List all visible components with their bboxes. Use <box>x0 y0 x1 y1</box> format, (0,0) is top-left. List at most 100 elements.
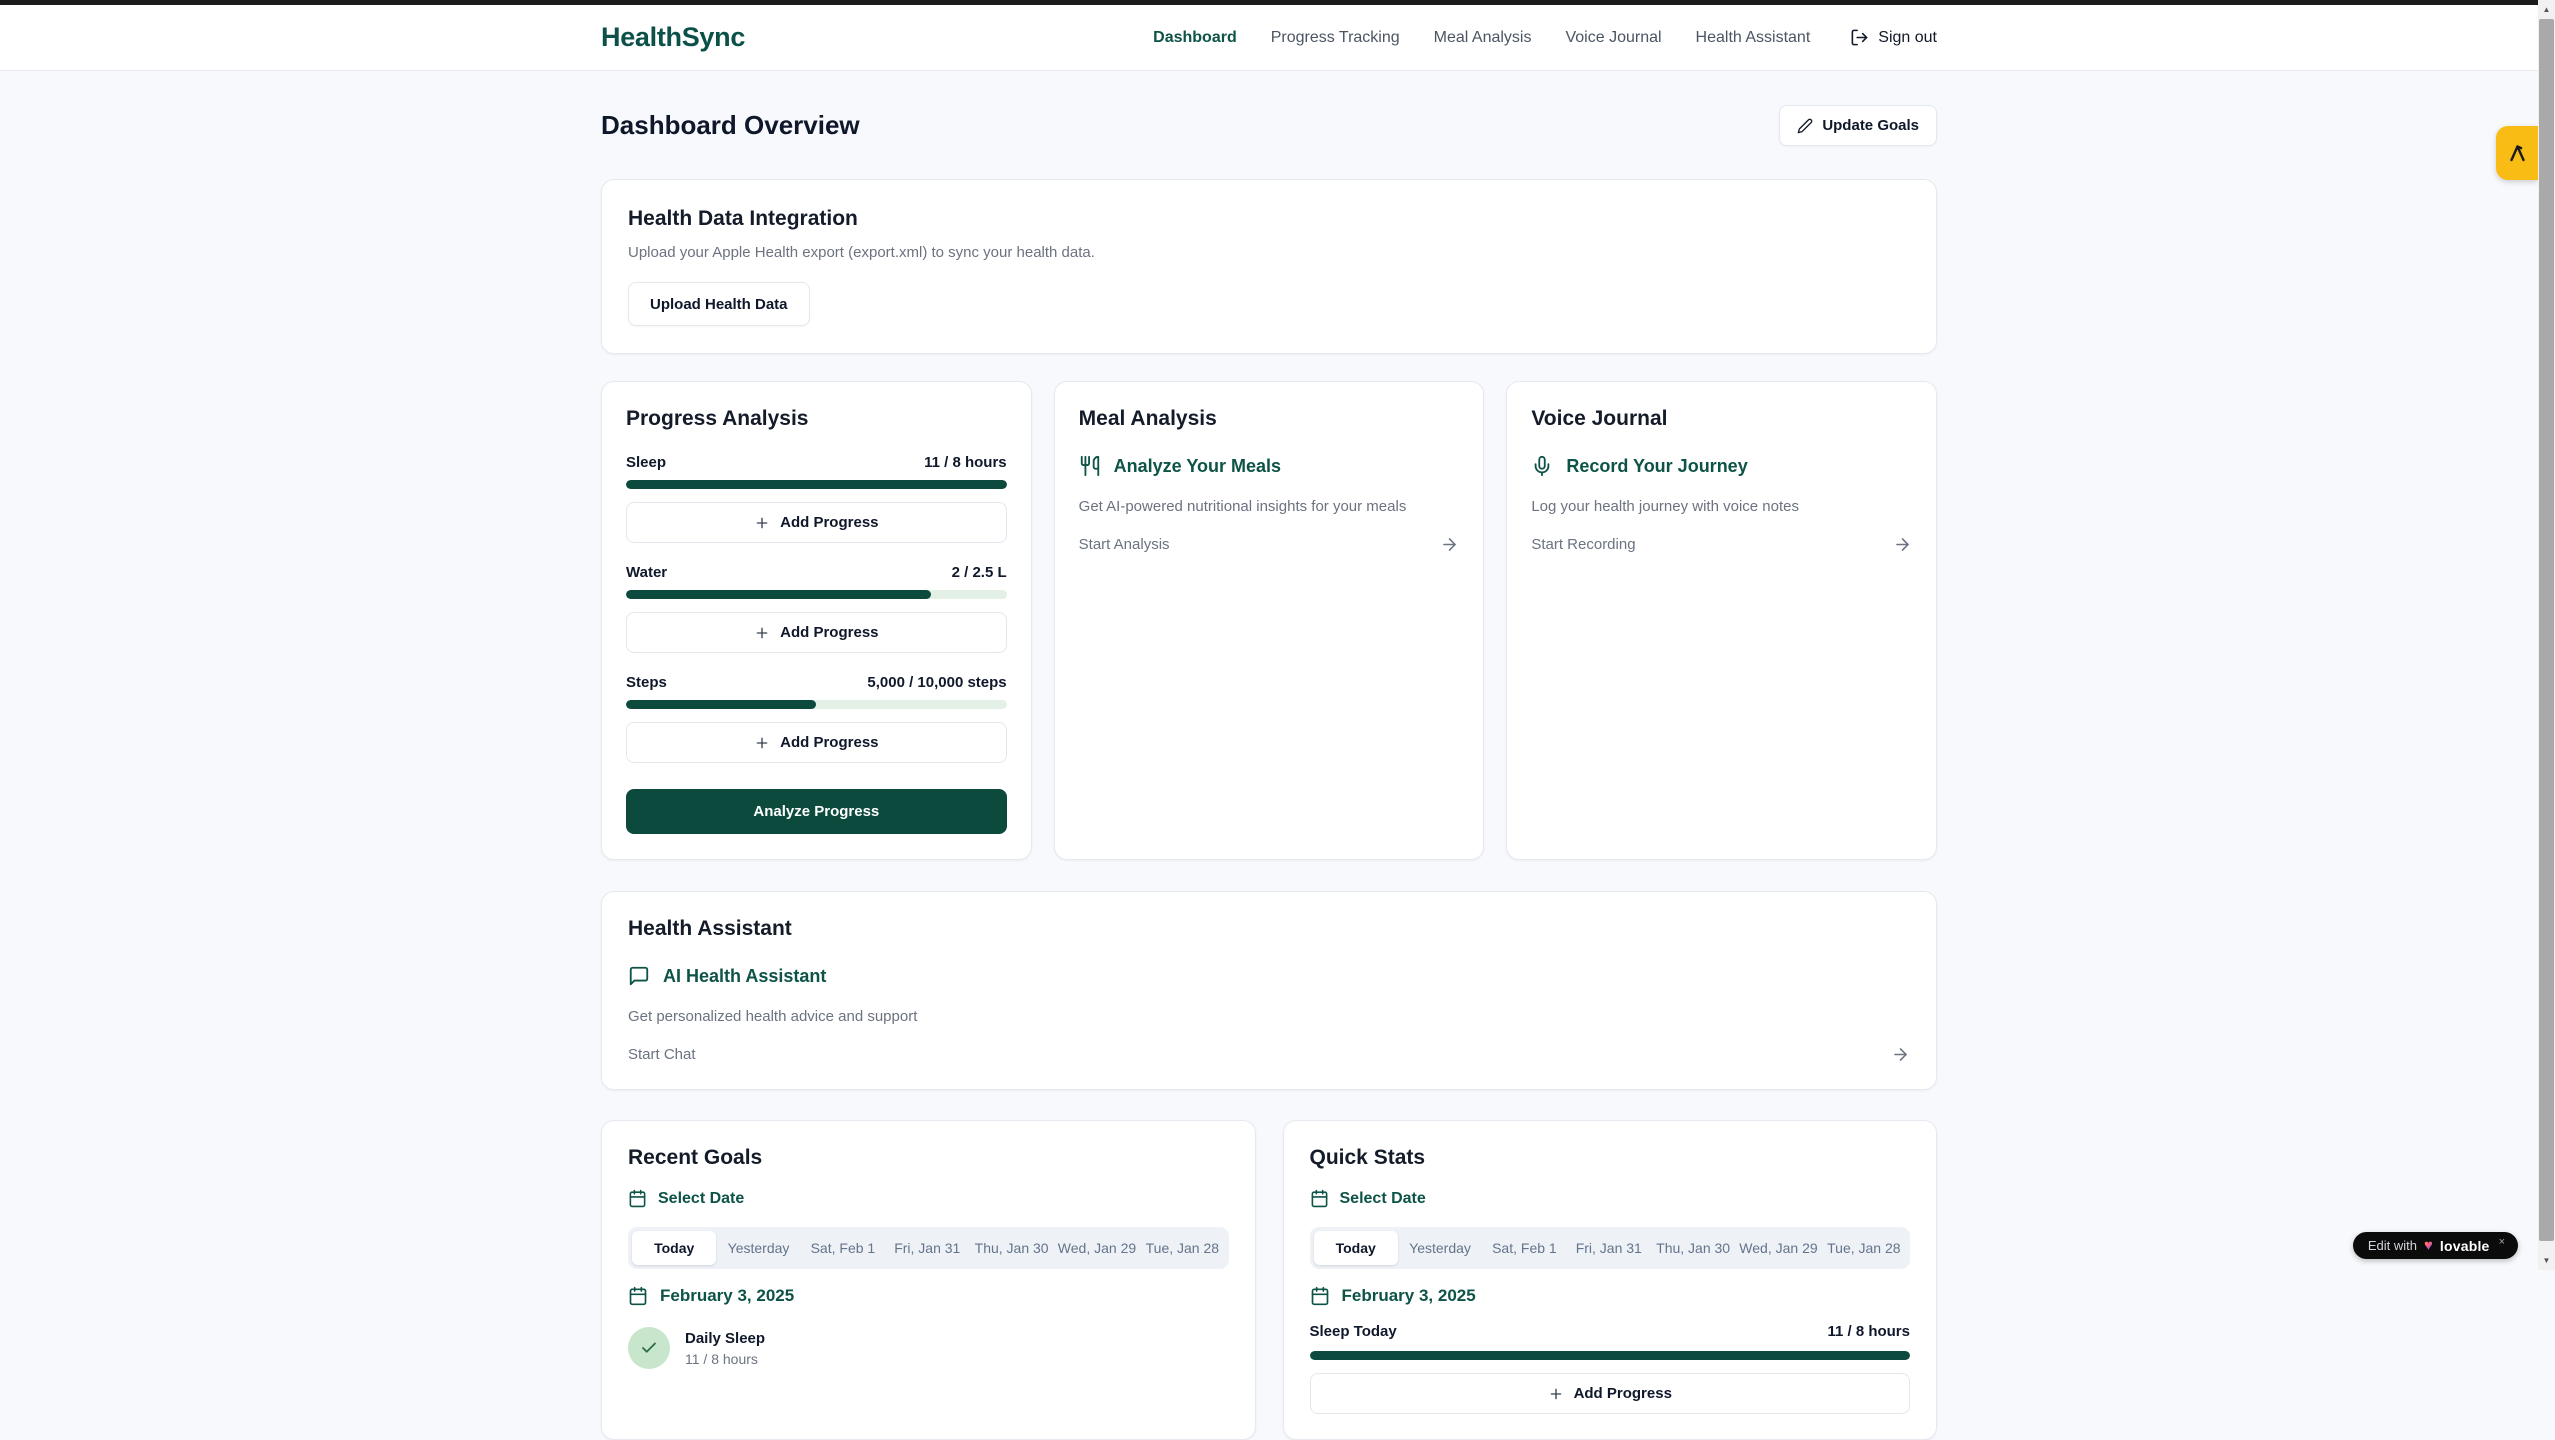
nav-meal-analysis[interactable]: Meal Analysis <box>1434 29 1532 47</box>
date-tab-tue-jan-28[interactable]: Tue, Jan 28 <box>1822 1231 1906 1265</box>
sleep-today-progress-bar <box>1310 1351 1911 1360</box>
edit-with-lovable-badge[interactable]: Edit with ♥ lovable × <box>2353 1232 2518 1259</box>
chat-bubble-icon <box>628 965 650 987</box>
update-goals-label: Update Goals <box>1822 117 1919 134</box>
start-analysis-label: Start Analysis <box>1079 536 1170 553</box>
lovable-logo-icon <box>2505 141 2529 165</box>
sleep-value: 11 / 8 hours <box>924 454 1007 471</box>
date-tab-thu-jan-30[interactable]: Thu, Jan 30 <box>969 1231 1053 1265</box>
sleep-today-stat: Sleep Today 11 / 8 hours <box>1310 1323 1911 1340</box>
health-data-integration-title: Health Data Integration <box>628 207 1910 231</box>
quick-stats-title: Quick Stats <box>1310 1146 1911 1170</box>
vertical-scrollbar[interactable]: ▲ ▼ <box>2538 0 2555 1270</box>
lovable-editor-tab[interactable] <box>2496 126 2538 180</box>
date-tab-yesterday[interactable]: Yesterday <box>716 1231 800 1265</box>
calendar-icon <box>1310 1189 1329 1208</box>
goal-item-daily-sleep: Daily Sleep 11 / 8 hours <box>628 1327 1229 1369</box>
select-date-label: Select Date <box>1340 1190 1426 1208</box>
update-goals-button[interactable]: Update Goals <box>1779 105 1937 146</box>
quick-stats-selected-date[interactable]: February 3, 2025 <box>1310 1286 1911 1306</box>
quick-stats-select-date[interactable]: Select Date <box>1310 1189 1911 1208</box>
scrollbar-thumb[interactable] <box>2539 19 2554 1241</box>
date-tab-thu-jan-30[interactable]: Thu, Jan 30 <box>1651 1231 1735 1265</box>
recent-goals-select-date[interactable]: Select Date <box>628 1189 1229 1208</box>
quick-stats-card: Quick Stats Select Date Today Yesterday … <box>1283 1120 1938 1440</box>
select-date-label: Select Date <box>658 1190 744 1208</box>
sign-out-button[interactable]: Sign out <box>1850 28 1937 47</box>
analyze-progress-button[interactable]: Analyze Progress <box>626 789 1007 834</box>
quick-stats-date-tabs: Today Yesterday Sat, Feb 1 Fri, Jan 31 T… <box>1310 1227 1911 1269</box>
add-progress-label: Add Progress <box>780 514 878 531</box>
selected-date-label: February 3, 2025 <box>1342 1286 1476 1306</box>
nav-voice-journal[interactable]: Voice Journal <box>1565 29 1661 47</box>
date-tab-today[interactable]: Today <box>632 1231 716 1265</box>
plus-icon <box>754 515 770 531</box>
date-tab-fri-jan-31[interactable]: Fri, Jan 31 <box>1567 1231 1651 1265</box>
sleep-progress-bar <box>626 480 1007 489</box>
goal-complete-check-icon <box>628 1327 670 1369</box>
plus-icon <box>754 625 770 641</box>
recent-goals-card: Recent Goals Select Date Today Yesterday… <box>601 1120 1256 1440</box>
health-assistant-card: Health Assistant AI Health Assistant Get… <box>601 891 1937 1090</box>
progress-analysis-card: Progress Analysis Sleep 11 / 8 hours Add… <box>601 381 1032 860</box>
plus-icon <box>754 735 770 751</box>
start-chat-link[interactable]: Start Chat <box>628 1045 1910 1064</box>
start-analysis-link[interactable]: Start Analysis <box>1079 535 1460 554</box>
goal-name: Daily Sleep <box>685 1330 765 1347</box>
nav-dashboard[interactable]: Dashboard <box>1153 29 1237 47</box>
close-badge-icon[interactable]: × <box>2499 1236 2505 1248</box>
record-your-journey-link[interactable]: Record Your Journey <box>1531 455 1912 477</box>
date-tab-sat-feb-1[interactable]: Sat, Feb 1 <box>1482 1231 1566 1265</box>
nav-progress-tracking[interactable]: Progress Tracking <box>1271 29 1400 47</box>
start-recording-link[interactable]: Start Recording <box>1531 535 1912 554</box>
recent-goals-selected-date[interactable]: February 3, 2025 <box>628 1286 1229 1306</box>
analyze-your-meals-link[interactable]: Analyze Your Meals <box>1079 455 1460 477</box>
date-tab-wed-jan-29[interactable]: Wed, Jan 29 <box>1735 1231 1821 1265</box>
health-assistant-title: Health Assistant <box>628 917 1910 941</box>
quick-stats-add-progress-button[interactable]: Add Progress <box>1310 1373 1911 1414</box>
add-progress-label: Add Progress <box>780 734 878 751</box>
sleep-progress-fill <box>626 480 1007 489</box>
add-steps-progress-button[interactable]: Add Progress <box>626 722 1007 763</box>
app-header: HealthSync Dashboard Progress Tracking M… <box>0 5 2538 71</box>
steps-progress-fill <box>626 700 816 709</box>
sleep-metric: Sleep 11 / 8 hours Add Progress <box>626 454 1007 543</box>
lovable-brand-label: lovable <box>2440 1238 2490 1254</box>
date-tab-wed-jan-29[interactable]: Wed, Jan 29 <box>1054 1231 1140 1265</box>
main-nav: Dashboard Progress Tracking Meal Analysi… <box>1153 28 1937 47</box>
meal-analysis-description: Get AI-powered nutritional insights for … <box>1079 498 1460 515</box>
water-value: 2 / 2.5 L <box>952 564 1007 581</box>
selected-date-label: February 3, 2025 <box>660 1286 794 1306</box>
upload-health-data-button[interactable]: Upload Health Data <box>628 282 810 326</box>
date-tab-today[interactable]: Today <box>1314 1231 1398 1265</box>
logout-icon <box>1850 28 1869 47</box>
ai-health-assistant-link[interactable]: AI Health Assistant <box>628 965 1910 987</box>
sleep-today-label: Sleep Today <box>1310 1323 1397 1340</box>
nav-health-assistant[interactable]: Health Assistant <box>1696 29 1811 47</box>
sleep-label: Sleep <box>626 454 666 471</box>
date-tab-sat-feb-1[interactable]: Sat, Feb 1 <box>801 1231 885 1265</box>
sign-out-label: Sign out <box>1878 29 1937 47</box>
add-sleep-progress-button[interactable]: Add Progress <box>626 502 1007 543</box>
date-tab-fri-jan-31[interactable]: Fri, Jan 31 <box>885 1231 969 1265</box>
recent-goals-date-tabs: Today Yesterday Sat, Feb 1 Fri, Jan 31 T… <box>628 1227 1229 1269</box>
water-progress-bar <box>626 590 1007 599</box>
start-chat-label: Start Chat <box>628 1046 696 1063</box>
date-tab-tue-jan-28[interactable]: Tue, Jan 28 <box>1140 1231 1224 1265</box>
scroll-down-icon[interactable]: ▼ <box>2538 1252 2555 1269</box>
add-water-progress-button[interactable]: Add Progress <box>626 612 1007 653</box>
steps-value: 5,000 / 10,000 steps <box>867 674 1006 691</box>
voice-journal-description: Log your health journey with voice notes <box>1531 498 1912 515</box>
scroll-up-icon[interactable]: ▲ <box>2538 1 2555 18</box>
start-recording-label: Start Recording <box>1531 536 1635 553</box>
heart-icon: ♥ <box>2424 1238 2433 1253</box>
date-tab-yesterday[interactable]: Yesterday <box>1398 1231 1482 1265</box>
steps-progress-bar <box>626 700 1007 709</box>
sleep-today-value: 11 / 8 hours <box>1827 1323 1910 1340</box>
meal-analysis-title: Meal Analysis <box>1079 407 1460 431</box>
ai-health-assistant-label: AI Health Assistant <box>663 966 826 987</box>
goal-value: 11 / 8 hours <box>685 1351 765 1367</box>
water-label: Water <box>626 564 667 581</box>
calendar-icon <box>628 1189 647 1208</box>
page-title: Dashboard Overview <box>601 110 860 141</box>
